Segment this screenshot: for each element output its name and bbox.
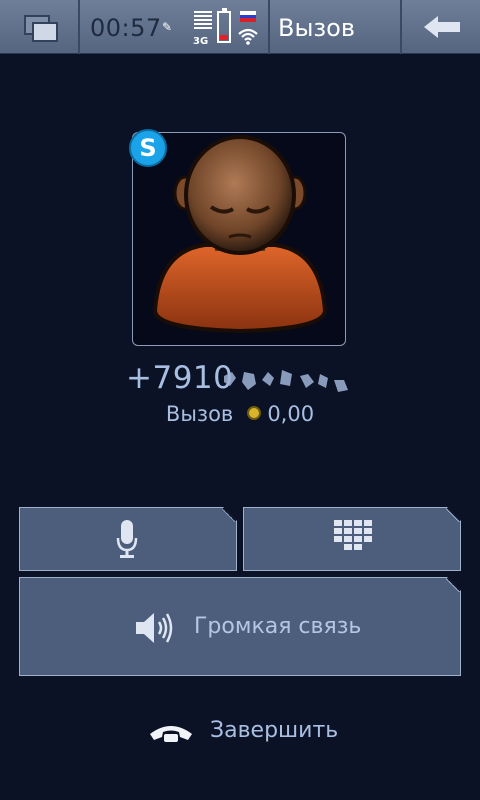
skype-icon: S xyxy=(129,129,167,167)
phone-number: +7910 xyxy=(126,360,234,396)
keypad-icon xyxy=(334,520,372,552)
redacted-digits xyxy=(224,370,348,392)
task-switcher-button[interactable] xyxy=(0,0,80,54)
flag-icon xyxy=(240,11,256,22)
call-status: Вызов 0,00 xyxy=(0,402,480,426)
mute-button[interactable] xyxy=(19,507,237,571)
page-title: Вызов xyxy=(278,14,356,42)
battery-icon xyxy=(217,8,231,43)
coin-icon xyxy=(247,406,262,420)
wifi-icon xyxy=(238,28,258,45)
loudspeaker-label: Громкая связь xyxy=(194,614,362,639)
title-area: Вызов xyxy=(270,0,402,54)
clock: 00:57 xyxy=(90,14,162,42)
network-type: 3G xyxy=(193,36,209,47)
microphone-icon xyxy=(116,518,138,560)
svg-text:S: S xyxy=(139,134,156,162)
back-button[interactable] xyxy=(402,0,480,54)
status-indicators[interactable]: 00:57 ✎ 3G xyxy=(80,0,270,54)
signal-icon xyxy=(194,11,212,35)
call-status-label: Вызов xyxy=(165,402,234,426)
speaker-icon xyxy=(134,610,176,646)
loudspeaker-button[interactable]: Громкая связь xyxy=(19,577,461,676)
status-bar: 00:57 ✎ 3G Вызов xyxy=(0,0,480,54)
hang-up-icon xyxy=(150,726,192,742)
keypad-button[interactable] xyxy=(243,507,461,571)
back-arrow-icon xyxy=(424,16,460,38)
end-call-label: Завершить xyxy=(210,718,339,743)
pen-icon: ✎ xyxy=(162,20,173,34)
task-switcher-icon-front xyxy=(32,22,58,42)
call-balance: 0,00 xyxy=(267,402,315,426)
